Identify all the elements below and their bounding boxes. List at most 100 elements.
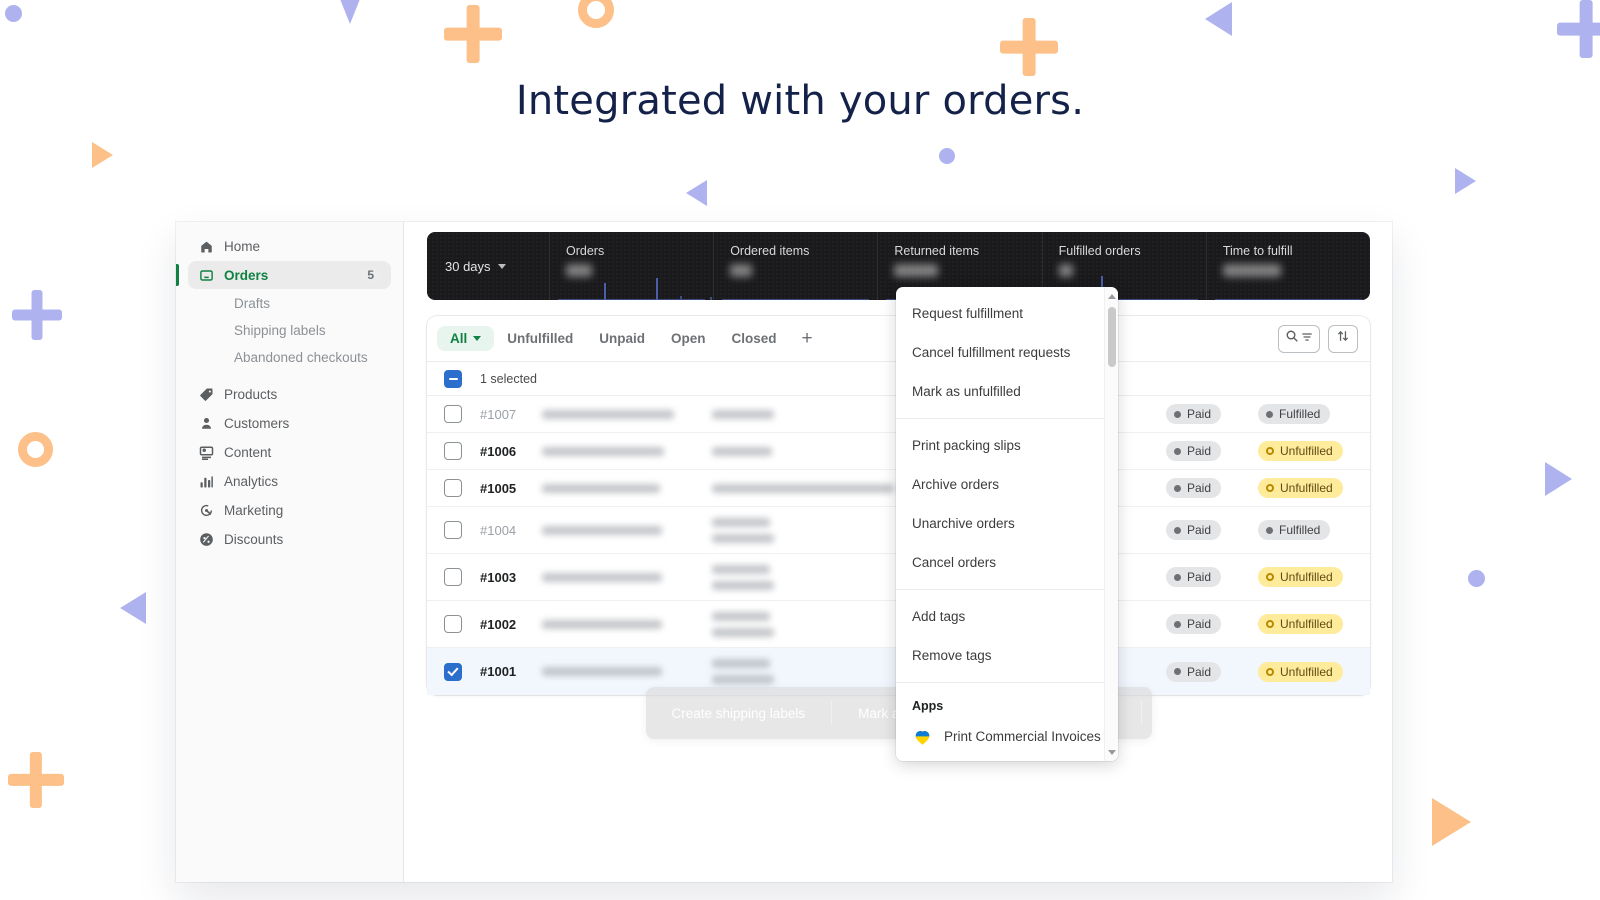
sidebar-item-content[interactable]: Content — [188, 438, 391, 466]
sparkline — [714, 276, 877, 300]
tab-label: Open — [671, 331, 706, 346]
sidebar-item-label: Orders — [224, 267, 269, 283]
decorative-dot — [939, 148, 955, 164]
sort-button[interactable] — [1328, 324, 1358, 353]
row-checkbox[interactable] — [444, 442, 462, 460]
menu-group-tags: Add tags Remove tags — [896, 590, 1118, 683]
sidebar-item-orders[interactable]: Orders 5 — [176, 261, 391, 289]
menu-item-cancel-fulfillment-requests[interactable]: Cancel fulfillment requests — [896, 333, 1118, 372]
sparkline — [1207, 276, 1370, 300]
order-number: #1006 — [480, 443, 517, 459]
sidebar-subitem-label: Shipping labels — [234, 323, 326, 338]
sidebar-item-discounts[interactable]: Discounts — [188, 525, 391, 553]
decorative-tri-left — [120, 592, 146, 624]
date-range-selector[interactable]: 30 days — [427, 232, 549, 300]
status-badge-payment: Paid — [1166, 614, 1222, 634]
tab-open[interactable]: Open — [658, 326, 719, 351]
sidebar-item-home[interactable]: Home — [188, 232, 391, 260]
status-badge-fulfillment: Unfulfilled — [1258, 661, 1343, 682]
metric-ordered-items[interactable]: Ordered items — [713, 232, 877, 300]
row-checkbox[interactable] — [444, 521, 462, 539]
payment-status-cell: Paid — [1166, 404, 1258, 424]
menu-item-archive-orders[interactable]: Archive orders — [896, 465, 1118, 504]
metric-orders[interactable]: Orders — [549, 232, 713, 300]
sidebar-item-marketing[interactable]: Marketing — [188, 496, 391, 524]
sidebar-item-label: Products — [224, 386, 278, 402]
sort-arrows-icon — [1336, 329, 1350, 348]
status-badge-fulfillment: Unfulfilled — [1258, 441, 1343, 461]
status-badge-fulfillment: Fulfilled — [1258, 520, 1331, 540]
sidebar-divider-space — [188, 371, 391, 380]
metric-time-to-fulfill[interactable]: Time to fulfill — [1205, 232, 1370, 300]
status-badge-payment: Paid — [1166, 441, 1222, 461]
discount-percent-icon — [198, 531, 214, 547]
menu-item-print-commercial-invoices[interactable]: Print Commercial Invoices — [896, 717, 1118, 756]
sidebar-item-analytics[interactable]: Analytics — [188, 467, 391, 495]
search-and-filter-button[interactable] — [1278, 324, 1320, 353]
decorative-tri-left — [1205, 2, 1232, 36]
bar-chart-icon — [198, 473, 214, 489]
menu-scrollbar[interactable] — [1104, 287, 1118, 761]
menu-item-mark-as-unfulfilled[interactable]: Mark as unfulfilled — [896, 372, 1118, 411]
row-checkbox[interactable] — [444, 479, 462, 497]
tab-label: All — [450, 331, 468, 346]
tab-closed[interactable]: Closed — [719, 326, 790, 351]
scrollbar-thumb[interactable] — [1108, 307, 1116, 367]
metric-label: Time to fulfill — [1222, 244, 1293, 258]
row-checkbox[interactable] — [444, 568, 462, 586]
decorative-ring — [578, 0, 614, 28]
order-date-hidden — [542, 409, 692, 419]
menu-item-add-tags[interactable]: Add tags — [896, 597, 1118, 636]
order-number: #1005 — [480, 480, 517, 496]
payment-status-cell: Paid — [1166, 614, 1258, 634]
fulfillment-status-cell: Fulfilled — [1258, 404, 1370, 424]
order-date-hidden — [542, 667, 692, 676]
order-date-hidden — [542, 483, 692, 493]
menu-item-request-fulfillment[interactable]: Request fulfillment — [896, 294, 1118, 333]
status-badge-fulfillment: Unfulfilled — [1258, 478, 1343, 498]
sidebar-subitem-label: Drafts — [234, 296, 271, 311]
menu-item-unarchive-orders[interactable]: Unarchive orders — [896, 504, 1118, 543]
create-shipping-labels-button[interactable]: Create shipping labels — [646, 701, 833, 725]
row-checkbox[interactable] — [444, 662, 462, 681]
payment-status-cell: Paid — [1166, 478, 1258, 498]
customer-name-hidden — [692, 611, 902, 637]
metric-label: Returned items — [894, 244, 980, 258]
customer-name-hidden — [692, 483, 902, 493]
tab-all[interactable]: All — [437, 326, 495, 351]
decorative-tri-down — [338, 0, 362, 24]
scroll-down-arrow-icon[interactable] — [1105, 745, 1118, 759]
sidebar-item-abandoned-checkouts[interactable]: Abandoned checkouts — [188, 344, 391, 371]
menu-item-print-packing-slips[interactable]: Print packing slips — [896, 426, 1118, 465]
payment-status-cell: Paid — [1166, 567, 1258, 587]
add-tab-button[interactable]: + — [790, 329, 825, 348]
menu-section-heading-apps: Apps — [912, 699, 944, 713]
select-all-checkbox[interactable] — [444, 369, 462, 388]
tab-unfulfilled[interactable]: Unfulfilled — [494, 326, 586, 351]
scroll-up-arrow-icon[interactable] — [1105, 289, 1118, 303]
decorative-cross — [444, 5, 502, 63]
page-root: Integrated with your orders. Home Orders… — [0, 0, 1600, 900]
menu-item-remove-tags[interactable]: Remove tags — [896, 636, 1118, 675]
app-window: Home Orders 5 Drafts Shipping labels Aba… — [176, 222, 1392, 882]
decorative-dot — [1468, 570, 1485, 587]
tab-label: Unpaid — [599, 331, 646, 346]
sidebar-item-label: Customers — [224, 415, 290, 431]
sidebar-item-products[interactable]: Products — [188, 380, 391, 408]
tab-label: Unfulfilled — [507, 331, 574, 346]
more-actions-button[interactable]: ••• — [1142, 701, 1200, 725]
decorative-ring — [18, 432, 53, 467]
sidebar-item-label: Analytics — [224, 473, 279, 489]
decorative-cross — [8, 752, 64, 808]
menu-item-cancel-orders[interactable]: Cancel orders — [896, 543, 1118, 582]
tab-unpaid[interactable]: Unpaid — [586, 326, 658, 351]
sidebar-item-shipping-labels[interactable]: Shipping labels — [188, 317, 391, 344]
person-icon — [198, 415, 214, 431]
order-date-hidden — [542, 572, 692, 582]
row-checkbox[interactable] — [444, 405, 462, 423]
decorative-tri-right — [1455, 168, 1476, 194]
sidebar-item-customers[interactable]: Customers — [188, 409, 391, 437]
metric-label: Orders — [566, 244, 605, 258]
sidebar-item-drafts[interactable]: Drafts — [188, 290, 391, 317]
row-checkbox[interactable] — [444, 615, 462, 633]
